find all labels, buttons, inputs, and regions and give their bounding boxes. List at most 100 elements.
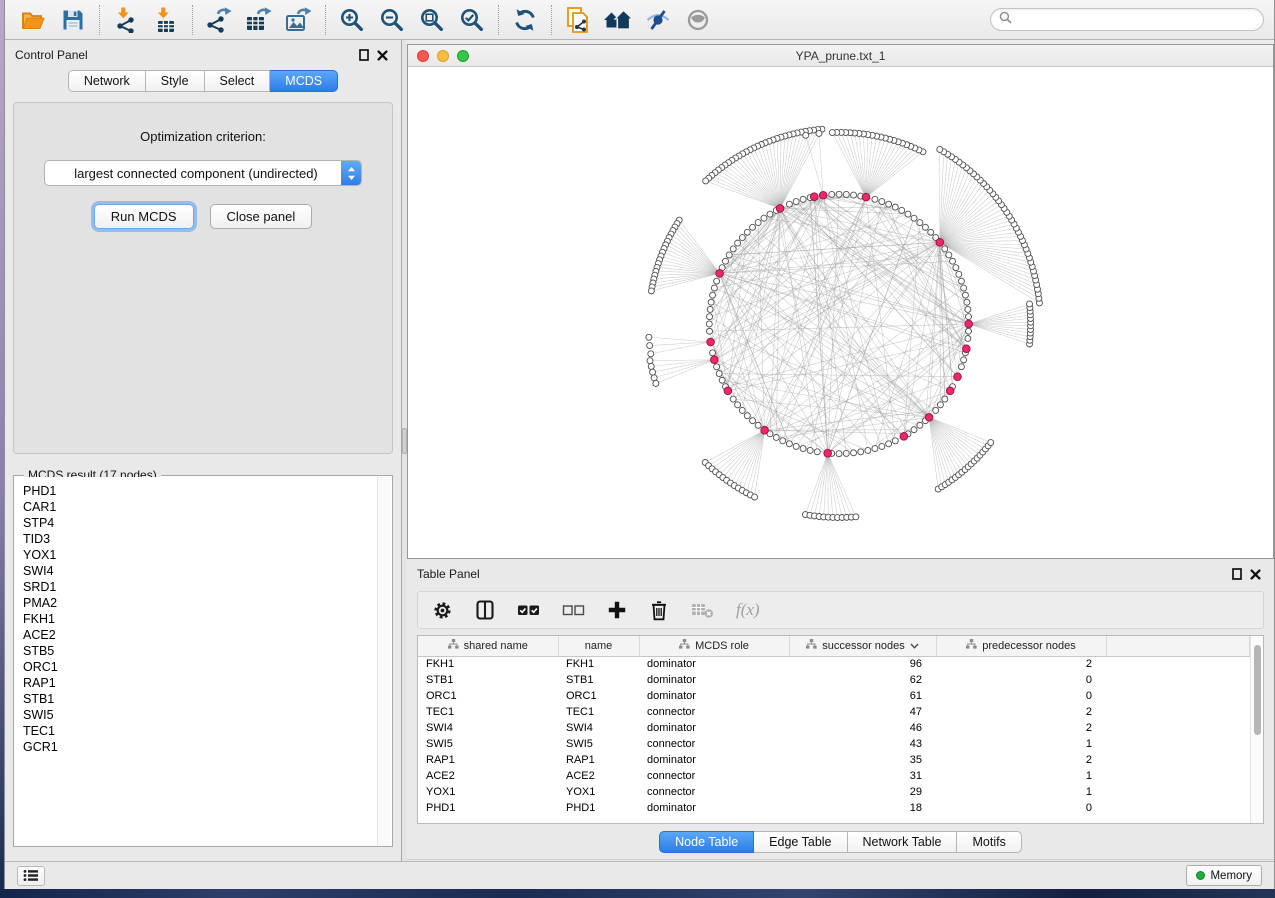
toolbar-separator bbox=[498, 5, 499, 35]
table-row[interactable]: ACE2ACE2connector311 bbox=[418, 768, 1250, 784]
mcds-result-item[interactable]: FKH1 bbox=[23, 611, 369, 627]
table-tab-network-table[interactable]: Network Table bbox=[848, 831, 958, 853]
table-tab-motifs[interactable]: Motifs bbox=[957, 831, 1021, 853]
table-cell: dominator bbox=[639, 672, 789, 688]
panel-splitter[interactable] bbox=[401, 40, 407, 861]
column-header-label: predecessor nodes bbox=[982, 640, 1076, 652]
run-mcds-button[interactable]: Run MCDS bbox=[94, 204, 194, 229]
splitter-handle[interactable] bbox=[402, 428, 407, 454]
mcds-result-item[interactable]: YOX1 bbox=[23, 547, 369, 563]
table-cell: YOX1 bbox=[418, 784, 558, 800]
network-graph[interactable] bbox=[408, 67, 1273, 558]
select-all-columns-icon[interactable] bbox=[517, 600, 540, 620]
mcds-result-item[interactable]: RAP1 bbox=[23, 675, 369, 691]
table-row[interactable]: ORC1ORC1dominator610 bbox=[418, 688, 1250, 704]
table-row[interactable]: YOX1YOX1connector291 bbox=[418, 784, 1250, 800]
table-scrollbar[interactable] bbox=[1250, 636, 1263, 823]
table-cell: connector bbox=[639, 736, 789, 752]
task-history-button[interactable] bbox=[17, 866, 45, 886]
toolbar-separator bbox=[99, 5, 100, 35]
table-cell: SWI5 bbox=[418, 736, 558, 752]
mcds-result-item[interactable]: STP4 bbox=[23, 515, 369, 531]
mcds-result-item[interactable]: TEC1 bbox=[23, 723, 369, 739]
table-cell: dominator bbox=[639, 656, 789, 672]
mcds-result-item[interactable]: PMA2 bbox=[23, 595, 369, 611]
criterion-select[interactable]: largest connected component (undirected) bbox=[44, 160, 362, 186]
float-panel-icon[interactable] bbox=[355, 46, 373, 64]
float-panel-icon[interactable] bbox=[1228, 565, 1246, 583]
table-cell-filler bbox=[1106, 736, 1250, 752]
column-header-MCDS-role[interactable]: MCDS role bbox=[639, 636, 789, 656]
column-header-successor-nodes[interactable]: successor nodes bbox=[789, 636, 936, 656]
close-panel-icon[interactable] bbox=[1246, 565, 1264, 583]
table-row[interactable]: SWI4SWI4dominator462 bbox=[418, 720, 1250, 736]
table-scrollbar-thumb[interactable] bbox=[1254, 645, 1261, 735]
network-canvas[interactable] bbox=[408, 67, 1273, 558]
network-window-titlebar[interactable]: YPA_prune.txt_1 bbox=[408, 45, 1273, 67]
tab-style[interactable]: Style bbox=[146, 70, 205, 92]
mcds-result-item[interactable]: STB1 bbox=[23, 691, 369, 707]
search-input[interactable] bbox=[1017, 13, 1255, 27]
save-session-icon[interactable] bbox=[53, 4, 93, 36]
hide-selected-icon[interactable] bbox=[638, 4, 678, 36]
tab-select[interactable]: Select bbox=[205, 70, 271, 92]
new-network-from-selection-icon[interactable] bbox=[558, 4, 598, 36]
open-file-icon[interactable] bbox=[13, 4, 53, 36]
toolbar-separator bbox=[325, 5, 326, 35]
zoom-fit-icon[interactable] bbox=[412, 4, 452, 36]
table-row[interactable]: TEC1TEC1connector472 bbox=[418, 704, 1250, 720]
zoom-out-icon[interactable] bbox=[372, 4, 412, 36]
mcds-result-item[interactable]: SWI4 bbox=[23, 563, 369, 579]
table-row[interactable]: STB1STB1dominator620 bbox=[418, 672, 1250, 688]
unselect-all-columns-icon[interactable] bbox=[562, 600, 585, 620]
first-neighbors-icon[interactable] bbox=[598, 4, 638, 36]
table-row[interactable]: PHD1PHD1dominator180 bbox=[418, 800, 1250, 816]
tab-network[interactable]: Network bbox=[68, 70, 146, 92]
zoom-selected-icon[interactable] bbox=[452, 4, 492, 36]
add-column-icon[interactable] bbox=[607, 600, 627, 620]
table-panel-title: Table Panel bbox=[417, 567, 480, 581]
split-view-icon[interactable] bbox=[475, 600, 495, 620]
mcds-result-item[interactable]: CAR1 bbox=[23, 499, 369, 515]
toolbar-separator bbox=[551, 5, 552, 35]
import-table-icon[interactable] bbox=[146, 4, 186, 36]
export-network-icon[interactable] bbox=[199, 4, 239, 36]
table-cell: connector bbox=[639, 704, 789, 720]
result-list-scrollbar[interactable] bbox=[377, 477, 391, 845]
table-row[interactable]: FKH1FKH1dominator962 bbox=[418, 656, 1250, 672]
table-row[interactable]: RAP1RAP1dominator352 bbox=[418, 752, 1250, 768]
table-tab-node-table[interactable]: Node Table bbox=[659, 831, 754, 853]
delete-table-icon[interactable] bbox=[691, 601, 714, 619]
column-header-predecessor-nodes[interactable]: predecessor nodes bbox=[936, 636, 1106, 656]
table-tab-edge-table[interactable]: Edge Table bbox=[754, 831, 847, 853]
function-builder-icon[interactable]: f(x) bbox=[736, 600, 760, 620]
close-panel-button[interactable]: Close panel bbox=[210, 204, 313, 229]
mcds-result-item[interactable]: STB5 bbox=[23, 643, 369, 659]
zoom-in-icon[interactable] bbox=[332, 4, 372, 36]
column-header-name[interactable]: name bbox=[558, 636, 639, 656]
tab-mcds[interactable]: MCDS bbox=[270, 70, 338, 92]
mcds-result-item[interactable]: SWI5 bbox=[23, 707, 369, 723]
close-panel-icon[interactable] bbox=[373, 46, 391, 64]
mcds-result-item[interactable]: SRD1 bbox=[23, 579, 369, 595]
mcds-result-item[interactable]: PHD1 bbox=[23, 483, 369, 499]
export-image-icon[interactable] bbox=[279, 4, 319, 36]
table-row[interactable]: SWI5SWI5connector431 bbox=[418, 736, 1250, 752]
table-cell: 18 bbox=[789, 800, 936, 816]
refresh-icon[interactable] bbox=[505, 4, 545, 36]
mcds-result-item[interactable]: ACE2 bbox=[23, 627, 369, 643]
table-cell: 96 bbox=[789, 656, 936, 672]
table-mode-gear-icon[interactable] bbox=[432, 600, 453, 621]
search-box[interactable] bbox=[990, 8, 1264, 31]
memory-button[interactable]: Memory bbox=[1186, 865, 1262, 886]
column-header-shared-name[interactable]: shared name bbox=[418, 636, 558, 656]
import-network-icon[interactable] bbox=[106, 4, 146, 36]
mcds-result-item[interactable]: ORC1 bbox=[23, 659, 369, 675]
mcds-result-item[interactable]: GCR1 bbox=[23, 739, 369, 755]
table-cell: 2 bbox=[936, 656, 1106, 672]
export-table-icon[interactable] bbox=[239, 4, 279, 36]
mcds-result-item[interactable]: TID3 bbox=[23, 531, 369, 547]
show-all-icon[interactable] bbox=[678, 4, 718, 36]
delete-columns-icon[interactable] bbox=[649, 600, 669, 621]
table-toolbar: f(x) bbox=[417, 591, 1264, 629]
